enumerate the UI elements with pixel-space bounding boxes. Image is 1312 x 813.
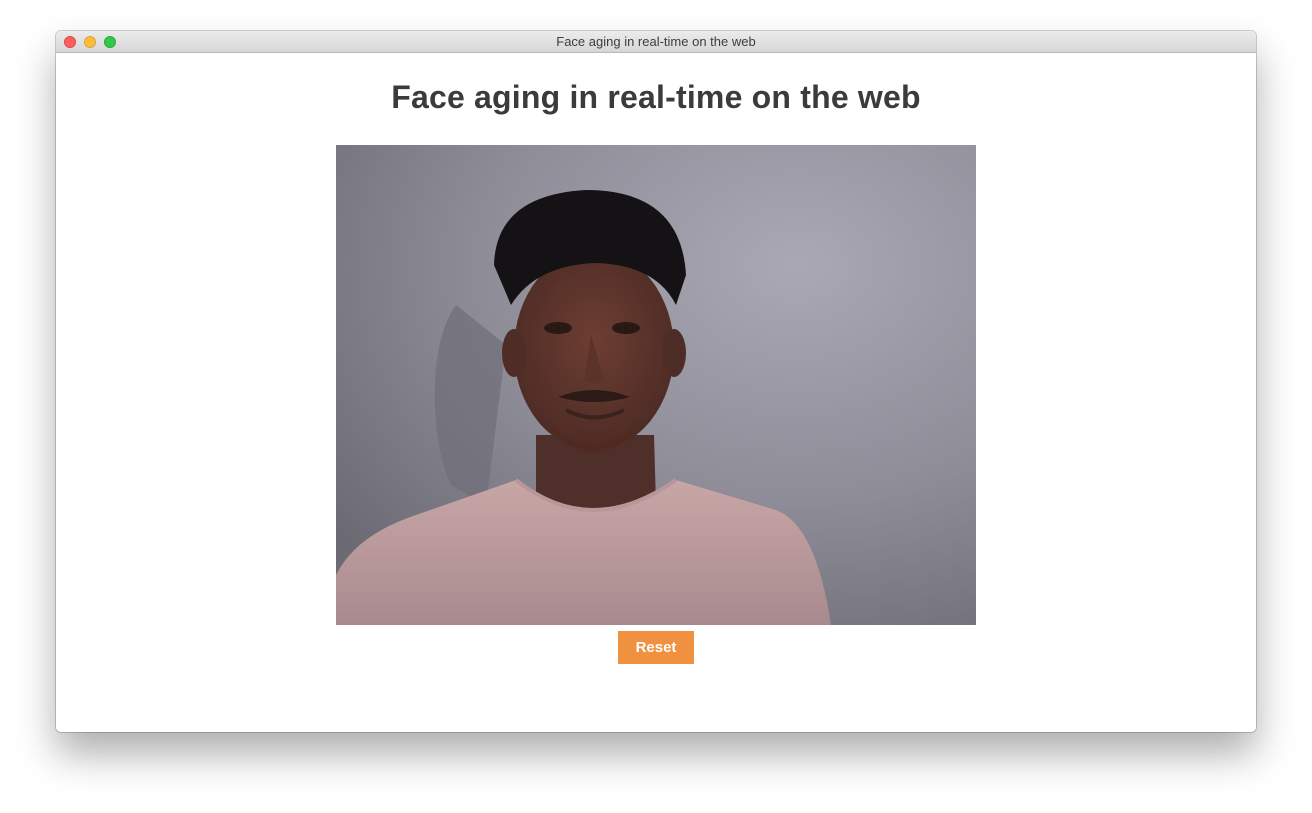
webcam-video xyxy=(336,145,976,625)
window-titlebar[interactable]: Face aging in real-time on the web xyxy=(56,31,1256,53)
browser-window: Face aging in real-time on the web Face … xyxy=(56,31,1256,732)
page-content: Face aging in real-time on the web Reset xyxy=(56,53,1256,732)
window-title: Face aging in real-time on the web xyxy=(556,34,756,49)
reset-button[interactable]: Reset xyxy=(618,631,694,664)
video-frame-illustration xyxy=(336,145,976,625)
page-title: Face aging in real-time on the web xyxy=(391,79,921,115)
